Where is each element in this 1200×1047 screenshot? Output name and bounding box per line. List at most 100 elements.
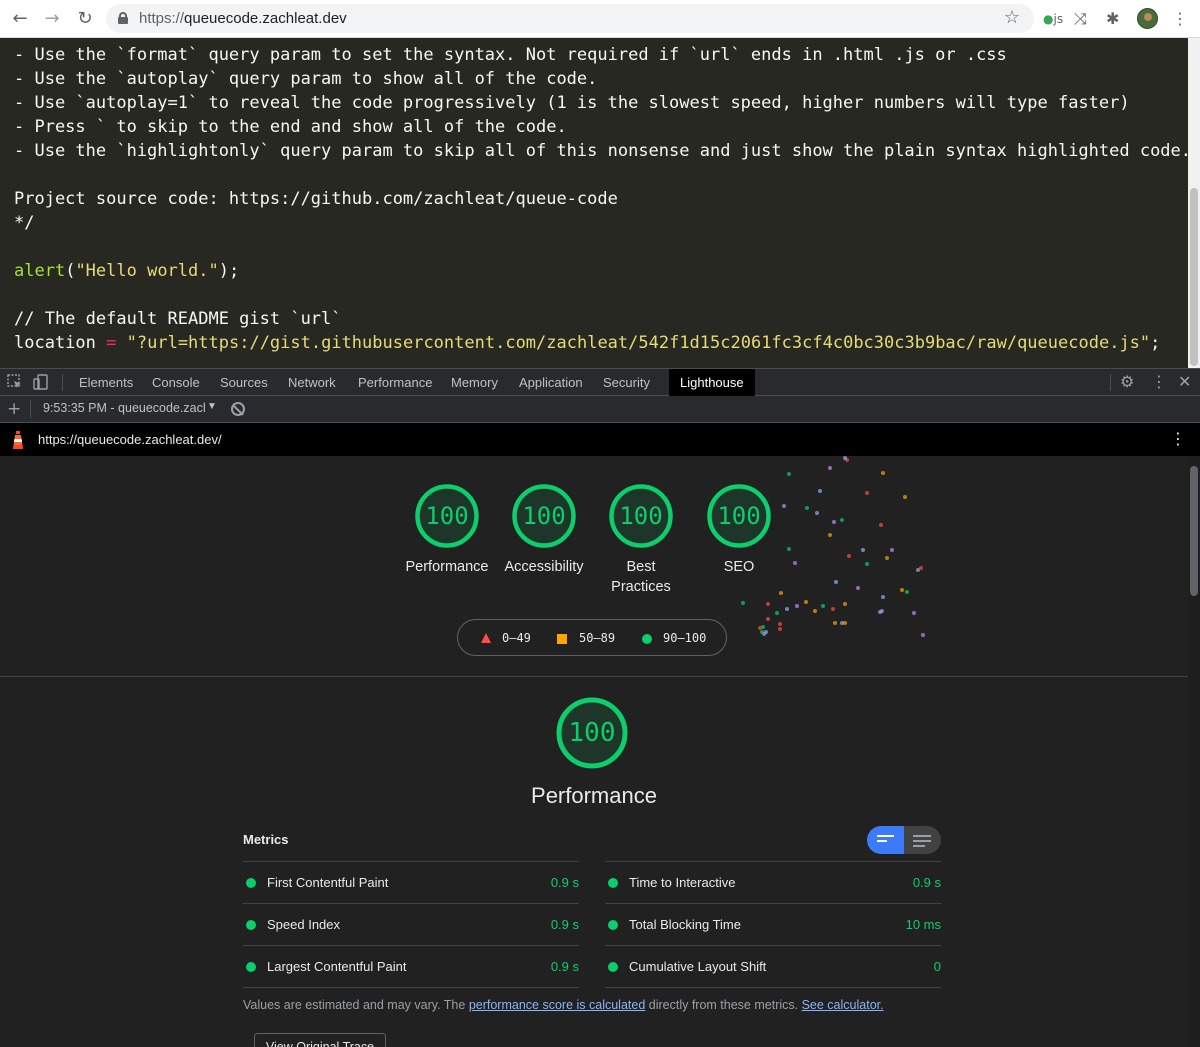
metrics-view-toggle[interactable]	[867, 826, 941, 854]
browser-toolbar: ← → ↻ https://queuecode.zachleat.dev ☆ ●…	[0, 0, 1200, 38]
code-line: Project source code: https://github.com/…	[14, 189, 618, 209]
tab-console[interactable]: Console	[141, 369, 211, 396]
gauge-best-practices[interactable]: 100	[608, 483, 674, 549]
metric-row: First Contentful Paint 0.9 s	[243, 861, 579, 903]
pass-circle-icon	[608, 878, 618, 888]
gauge-label: Accessibility	[504, 559, 584, 575]
confetti-dot	[833, 621, 837, 625]
confetti-dot	[766, 602, 770, 606]
view-trace-button[interactable]: View Original Trace	[254, 1033, 386, 1047]
gauge-accessibility[interactable]: 100	[511, 483, 577, 549]
tab-performance[interactable]: Performance	[347, 369, 443, 396]
fail-triangle-icon	[481, 633, 491, 643]
confetti-dot	[885, 556, 889, 560]
close-devtools-icon[interactable]: ✕	[1178, 373, 1191, 391]
chrome-menu-icon[interactable]: ⋮	[1172, 9, 1188, 29]
code-token: (	[65, 261, 76, 281]
see-calculator-link[interactable]: See calculator.	[802, 998, 884, 1012]
report-scrollbar[interactable]	[1188, 456, 1200, 1047]
address-bar[interactable]: https://queuecode.zachleat.dev ☆	[106, 4, 1034, 33]
confetti-dot	[778, 622, 782, 626]
metrics-header: Metrics	[243, 832, 289, 847]
metric-row: Time to Interactive 0.9 s	[605, 861, 941, 903]
confetti-dot	[795, 604, 799, 608]
clear-reports-icon[interactable]	[231, 402, 245, 416]
score-calculated-link[interactable]: performance score is calculated	[469, 998, 645, 1012]
new-report-plus-icon[interactable]: +	[7, 399, 21, 419]
note-text: directly from these metrics.	[645, 998, 802, 1012]
code-viewer: - Use the `format` query param to set th…	[0, 38, 1188, 368]
confetti-dot	[828, 466, 832, 470]
settings-gear-icon[interactable]: ⚙	[1120, 373, 1134, 391]
compact-view-icon	[877, 835, 894, 845]
tab-lighthouse[interactable]: Lighthouse	[669, 369, 755, 396]
tab-elements[interactable]: Elements	[68, 369, 144, 396]
confetti-dot	[900, 588, 904, 592]
confetti-dot	[741, 601, 745, 605]
confetti-dot	[865, 491, 869, 495]
confetti-dot	[865, 562, 869, 566]
performance-gauge-large[interactable]: 100	[555, 696, 629, 770]
compact-view-button[interactable]	[867, 826, 904, 854]
tab-memory[interactable]: Memory	[440, 369, 509, 396]
report-url[interactable]: https://queuecode.zachleat.dev/	[38, 432, 222, 447]
gauge-score: 100	[717, 502, 761, 530]
pass-circle-icon	[642, 634, 652, 644]
tab-security[interactable]: Security	[592, 369, 661, 396]
gauge-label: Performance	[405, 559, 489, 575]
confetti-dot	[815, 511, 819, 515]
tab-application[interactable]: Application	[508, 369, 594, 396]
code-line: - Use `autoplay=1` to reveal the code pr…	[14, 93, 1130, 113]
confetti-dot	[905, 590, 909, 594]
inspect-element-icon[interactable]	[7, 374, 23, 390]
confetti-dot	[847, 554, 851, 558]
average-square-icon	[557, 634, 567, 644]
code-token: "Hello world."	[75, 261, 219, 281]
confetti-dot	[766, 617, 770, 621]
expanded-view-icon[interactable]	[913, 835, 931, 850]
performance-title: Performance	[531, 783, 657, 808]
confetti-dot	[758, 626, 762, 630]
address-url[interactable]: https://queuecode.zachleat.dev	[139, 10, 347, 27]
tab-sources[interactable]: Sources	[209, 369, 279, 396]
confetti-dot	[785, 607, 789, 611]
code-token: );	[218, 261, 240, 281]
legend-fail: 0–49	[502, 631, 531, 645]
confetti-dot	[921, 633, 925, 637]
confetti-dot	[856, 586, 860, 590]
bookmark-star-icon[interactable]: ☆	[1004, 7, 1020, 28]
report-dropdown-caret-icon[interactable]: ▼	[207, 401, 217, 412]
device-toolbar-icon[interactable]	[33, 374, 49, 390]
code-line-alert: alert("Hello world.");	[14, 261, 239, 281]
profile-avatar[interactable]	[1137, 8, 1158, 29]
devtools-menu-icon[interactable]: ⋮	[1151, 373, 1167, 391]
gauge-label: SEO	[723, 559, 755, 575]
confetti-dot	[879, 523, 883, 527]
confetti-dot	[813, 609, 817, 613]
tab-divider	[62, 374, 63, 391]
confetti-dot	[831, 607, 835, 611]
metric-row: Speed Index 0.9 s	[243, 903, 579, 945]
report-tools-menu-icon[interactable]: ⋮	[1170, 429, 1186, 449]
metric-row: Largest Contentful Paint 0.9 s	[243, 945, 579, 987]
js-extension-icon[interactable]: ●js	[1043, 9, 1063, 29]
confetti-dot	[775, 611, 779, 615]
extensions-puzzle-icon[interactable]: ✱	[1106, 9, 1119, 29]
shuffle-extension-icon[interactable]: ⤨	[1074, 9, 1087, 29]
report-scrollbar-thumb[interactable]	[1190, 466, 1198, 596]
pass-circle-icon	[608, 962, 618, 972]
reload-icon[interactable]: ↻	[75, 9, 95, 29]
report-selector[interactable]: 9:53:35 PM - queuecode.zachleat.dev	[43, 401, 205, 415]
gauge-performance[interactable]: 100	[414, 483, 480, 549]
page-scrollbar[interactable]	[1188, 38, 1200, 368]
back-icon[interactable]: ←	[10, 9, 30, 29]
gauge-seo[interactable]: 100	[706, 483, 772, 549]
pass-circle-icon	[246, 920, 256, 930]
tab-network[interactable]: Network	[277, 369, 347, 396]
metric-row: Total Blocking Time 10 ms	[605, 903, 941, 945]
forward-icon[interactable]: →	[42, 9, 62, 29]
page-scrollbar-thumb[interactable]	[1190, 188, 1198, 366]
confetti-dot	[804, 600, 808, 604]
metric-name: Speed Index	[267, 917, 341, 932]
code-token: location	[14, 333, 96, 353]
